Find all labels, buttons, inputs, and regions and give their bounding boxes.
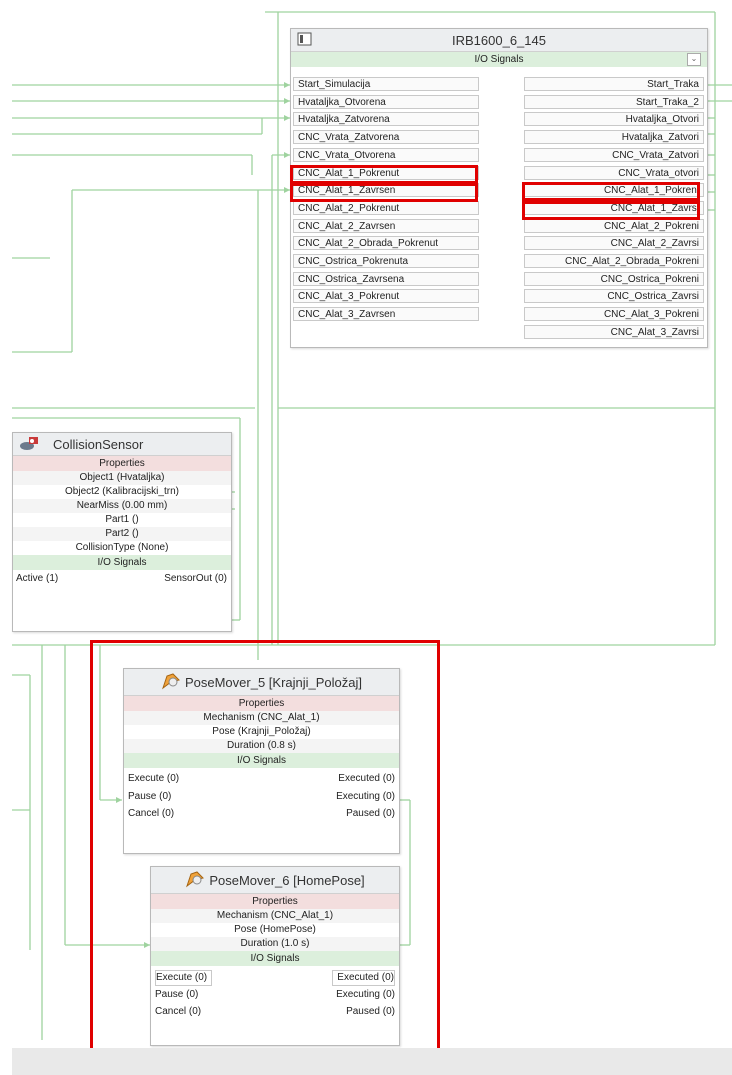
collision-title-bar[interactable]: CollisionSensor xyxy=(13,433,231,456)
collision-property: Part2 () xyxy=(13,527,231,541)
highlight-posemovers-group xyxy=(90,640,440,1066)
irb-output-signal[interactable]: CNC_Alat_2_Obrada_Pokreni xyxy=(524,254,704,268)
highlight-cnc-alat1-pokrenut xyxy=(290,165,478,184)
irb-input-signal[interactable]: CNC_Alat_2_Zavrsen xyxy=(293,218,479,233)
collision-io-label: I/O Signals xyxy=(97,557,147,568)
irb-output-signal[interactable]: CNC_Alat_2_Pokreni xyxy=(524,218,704,233)
irb-output-signal[interactable]: CNC_Vrata_Zatvori xyxy=(524,147,704,162)
irb-input-signal[interactable]: Hvataljka_Otvorena xyxy=(293,94,479,109)
collision-property: Object1 (Hvataljka) xyxy=(13,471,231,485)
irb-output-signal[interactable]: CNC_Alat_2_Zavrsi xyxy=(524,236,704,251)
irb-input-signal[interactable]: CNC_Alat_2_Obrada_Pokrenut xyxy=(293,236,479,251)
collision-io-header: I/O Signals xyxy=(13,555,231,570)
horizontal-scrollbar[interactable] xyxy=(12,1048,732,1075)
collision-props-header: Properties xyxy=(13,456,231,471)
collision-sensor-icon xyxy=(19,435,41,454)
irb-input-signal[interactable]: CNC_Ostrica_Pokrenuta xyxy=(293,254,479,268)
irb-input-signal[interactable]: Hvataljka_Zatvorena xyxy=(293,112,479,127)
collision-property: Part1 () xyxy=(105,514,139,525)
irb-output-signal[interactable]: Hvataljka_Otvori xyxy=(524,112,704,127)
irb-output-signal[interactable]: CNC_Alat_3_Pokreni xyxy=(524,307,704,322)
irb-output-signal[interactable]: CNC_Ostrica_Zavrsi xyxy=(524,289,704,304)
collision-sensor-node[interactable]: CollisionSensor Properties Object1 (Hvat… xyxy=(12,432,232,632)
collision-title: CollisionSensor xyxy=(53,436,144,452)
irb-input-signal[interactable]: CNC_Vrata_Otvorena xyxy=(293,147,479,162)
irb-title: IRB1600_6_145 xyxy=(452,32,546,48)
irb-input-signal[interactable]: Start_Simulacija xyxy=(293,77,479,91)
irb-input-signal[interactable]: CNC_Alat_3_Zavrsen xyxy=(293,307,479,322)
collision-sensorout-signal[interactable]: SensorOut (0) xyxy=(164,572,227,586)
collision-props-list: Object1 (Hvataljka) Object2 (Kalibracijsk… xyxy=(13,471,231,555)
highlight-cnc-alat1-zavrsen xyxy=(290,183,478,202)
irb-io-header: I/O Signals ⌄ xyxy=(291,52,707,67)
irb-output-signal[interactable]: CNC_Vrata_otvori xyxy=(524,165,704,180)
irb-input-signal[interactable]: CNC_Vrata_Zatvorena xyxy=(293,130,479,145)
collision-property: Object2 (Kalibracijski_trn) xyxy=(65,486,179,497)
highlight-cnc-alat1-pokreni xyxy=(522,182,700,201)
robot-controller-icon xyxy=(297,32,313,49)
irb-input-signal[interactable]: CNC_Alat_3_Pokrenut xyxy=(293,289,479,304)
collision-active-signal[interactable]: Active (1) xyxy=(16,572,58,586)
collision-signal-row: Active (1) SensorOut (0) xyxy=(13,570,231,588)
collision-property: CollisionType (None) xyxy=(75,542,169,553)
irb-output-signal[interactable]: Start_Traka_2 xyxy=(524,94,704,109)
irb-output-signal[interactable]: CNC_Alat_3_Zavrsi xyxy=(524,324,704,339)
irb-output-signal[interactable]: CNC_Ostrica_Pokreni xyxy=(524,271,704,286)
irb-io-label: I/O Signals xyxy=(474,54,524,65)
irb-input-signal[interactable]: CNC_Ostrica_Zavrsena xyxy=(293,271,479,286)
irb-input-signal[interactable]: CNC_Alat_2_Pokrenut xyxy=(293,200,479,215)
irb-title-bar[interactable]: IRB1600_6_145 xyxy=(291,29,707,52)
collision-property: NearMiss (0.00 mm) xyxy=(13,499,231,513)
irb-output-signal[interactable]: Start_Traka xyxy=(524,77,704,91)
irb-output-signal[interactable]: Hvataljka_Zatvori xyxy=(524,130,704,145)
chevron-down-icon[interactable]: ⌄ xyxy=(687,53,701,66)
highlight-cnc-alat1-zavrsi xyxy=(522,201,700,220)
